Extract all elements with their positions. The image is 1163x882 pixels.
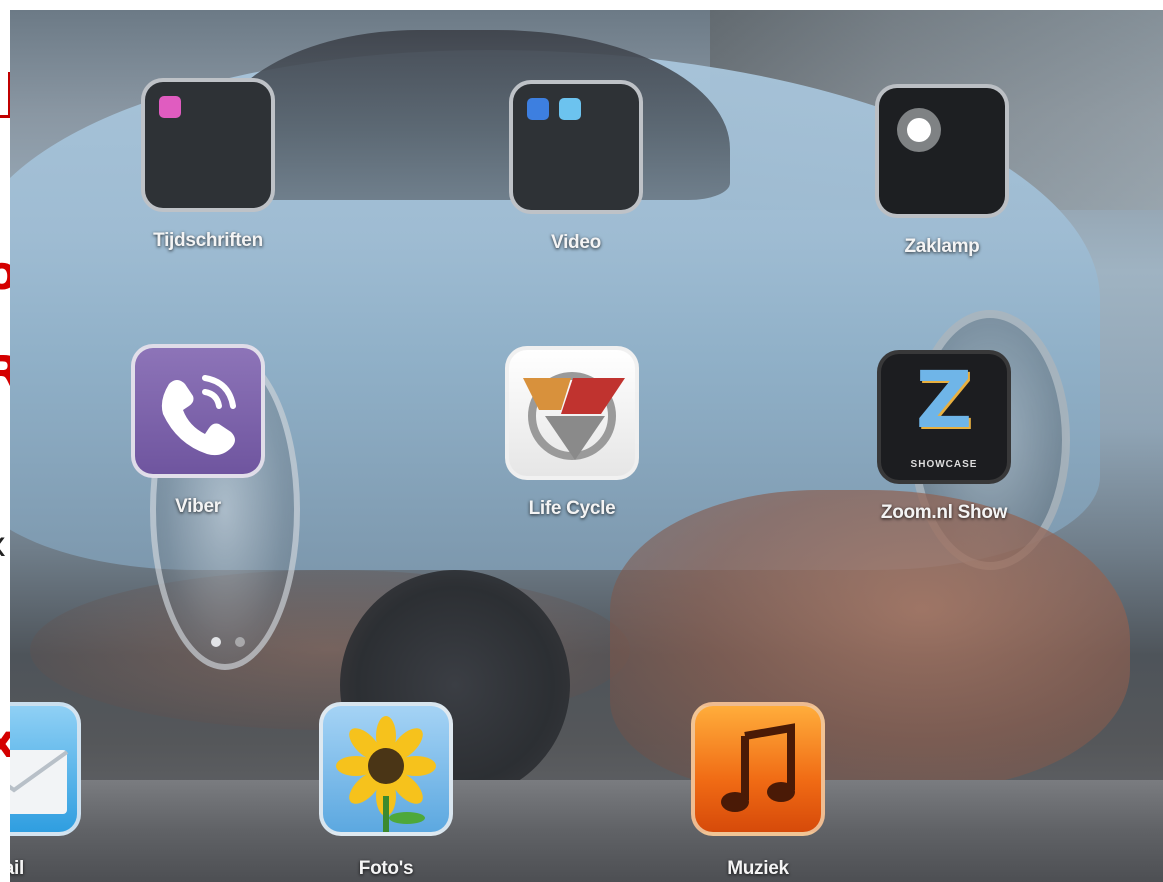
- flashlight-icon: [875, 84, 1009, 218]
- page-indicator[interactable]: [206, 634, 250, 652]
- edge-glyph: x: [0, 528, 6, 562]
- app-zoom-nl-show[interactable]: Z SHOWCASE Zoom.nl Show: [874, 350, 1014, 524]
- wallpaper-car-window: [210, 30, 730, 200]
- app-muziek[interactable]: Muziek: [688, 702, 828, 880]
- zoom-z-glyph: Z: [915, 356, 973, 446]
- page-dot-active: [211, 637, 221, 647]
- video-mini-icon: [559, 98, 581, 120]
- app-life-cycle[interactable]: Life Cycle: [502, 346, 642, 520]
- home-screen: Tijdschriften Video Zaklamp Viber Life C…: [10, 10, 1163, 882]
- edge-underline-fragment: [0, 72, 10, 118]
- app-label: Zaklamp: [904, 236, 980, 257]
- edge-glyph: R: [0, 350, 10, 396]
- app-label: Foto's: [358, 858, 414, 879]
- app-label: Life Cycle: [528, 498, 616, 519]
- app-label: Tijdschriften: [153, 230, 263, 251]
- app-label: ail: [10, 858, 24, 879]
- sunflower-icon: [319, 702, 453, 836]
- video-mini-icon: [527, 98, 549, 120]
- music-note-icon: [691, 702, 825, 836]
- app-viber[interactable]: Viber: [128, 344, 268, 518]
- life-cycle-icon: [505, 346, 639, 480]
- app-label: Video: [551, 232, 601, 253]
- edge-glyph: o: [0, 250, 10, 296]
- magazine-mini-icon: [159, 96, 181, 118]
- dock: [10, 780, 1163, 882]
- app-fotos[interactable]: Foto's: [316, 702, 456, 880]
- app-video[interactable]: Video: [506, 80, 646, 254]
- mail-envelope-icon: [10, 702, 81, 836]
- app-zaklamp[interactable]: Zaklamp: [872, 84, 1012, 258]
- folder-icon: [509, 80, 643, 214]
- page-dot: [235, 637, 246, 647]
- app-label: Muziek: [727, 858, 789, 879]
- app-mail[interactable]: ail: [10, 702, 84, 880]
- viber-phone-icon: [131, 344, 265, 478]
- app-tijdschriften[interactable]: Tijdschriften: [138, 78, 278, 252]
- zoom-showcase-text: SHOWCASE: [910, 459, 978, 470]
- left-edge-strip: o R x x: [0, 0, 10, 882]
- app-label: Zoom.nl Show: [880, 502, 1008, 523]
- folder-icon: [141, 78, 275, 212]
- app-label: Viber: [175, 496, 221, 517]
- zoom-showcase-icon: Z SHOWCASE: [877, 350, 1011, 484]
- edge-glyph: x: [0, 718, 10, 764]
